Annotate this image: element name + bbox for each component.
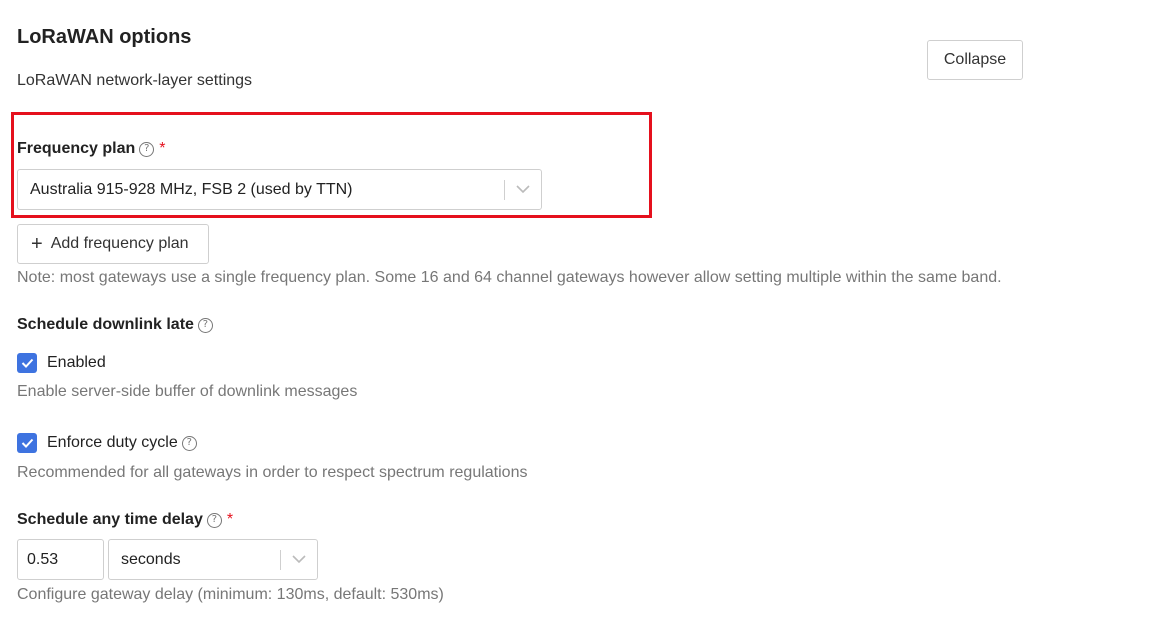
enforce-duty-cycle-checkbox-label[interactable]: Enforce duty cycle <box>47 434 178 452</box>
frequency-plan-selected-value: Australia 915-928 MHz, FSB 2 (used by TT… <box>30 180 353 198</box>
schedule-downlink-late-label-text: Schedule downlink late <box>17 316 194 333</box>
frequency-plan-select[interactable]: Australia 915-928 MHz, FSB 2 (used by TT… <box>17 169 542 210</box>
section-title: LoRaWAN options <box>17 26 192 48</box>
frequency-plan-label-text: Frequency plan <box>17 140 136 157</box>
required-marker: * <box>159 140 166 157</box>
frequency-plan-label: Frequency plan ? * <box>17 140 165 158</box>
enforce-duty-cycle-checkbox[interactable] <box>17 433 37 453</box>
enforce-duty-cycle-checkbox-row[interactable]: Enforce duty cycle ? <box>17 433 197 453</box>
add-frequency-plan-button[interactable]: + Add frequency plan <box>17 224 209 264</box>
delay-value-input[interactable]: 0.53 <box>17 539 104 580</box>
schedule-downlink-late-checkbox[interactable] <box>17 353 37 373</box>
plus-icon: + <box>31 233 43 255</box>
collapse-button[interactable]: Collapse <box>927 40 1023 80</box>
frequency-plan-note: Note: most gateways use a single frequen… <box>17 269 1002 286</box>
schedule-any-time-delay-description: Configure gateway delay (minimum: 130ms,… <box>17 586 444 603</box>
schedule-downlink-late-checkbox-label[interactable]: Enabled <box>47 354 106 372</box>
question-circle-icon[interactable]: ? <box>206 512 222 528</box>
enforce-duty-cycle-description: Recommended for all gateways in order to… <box>17 464 528 481</box>
schedule-downlink-late-description: Enable server-side buffer of downlink me… <box>17 383 358 400</box>
chevron-down-icon[interactable] <box>281 555 317 564</box>
schedule-any-time-delay-label-text: Schedule any time delay <box>17 511 203 528</box>
schedule-downlink-late-checkbox-row[interactable]: Enabled <box>17 353 106 373</box>
question-circle-icon[interactable]: ? <box>139 141 155 157</box>
delay-unit-select[interactable]: seconds <box>108 539 318 580</box>
question-circle-icon[interactable]: ? <box>197 317 213 333</box>
question-circle-icon[interactable]: ? <box>181 435 197 451</box>
schedule-downlink-late-label: Schedule downlink late ? <box>17 316 213 334</box>
section-subtitle: LoRaWAN network-layer settings <box>17 72 253 89</box>
lorawan-options-panel: LoRaWAN options LoRaWAN network-layer se… <box>0 0 1155 628</box>
checkmark-icon <box>21 438 33 448</box>
required-marker: * <box>226 511 234 528</box>
schedule-any-time-delay-label: Schedule any time delay ? * <box>17 511 233 529</box>
delay-unit-selected-value: seconds <box>121 550 181 568</box>
add-frequency-plan-label: Add frequency plan <box>50 235 189 252</box>
chevron-down-icon[interactable] <box>505 185 541 194</box>
checkmark-icon <box>21 358 33 368</box>
